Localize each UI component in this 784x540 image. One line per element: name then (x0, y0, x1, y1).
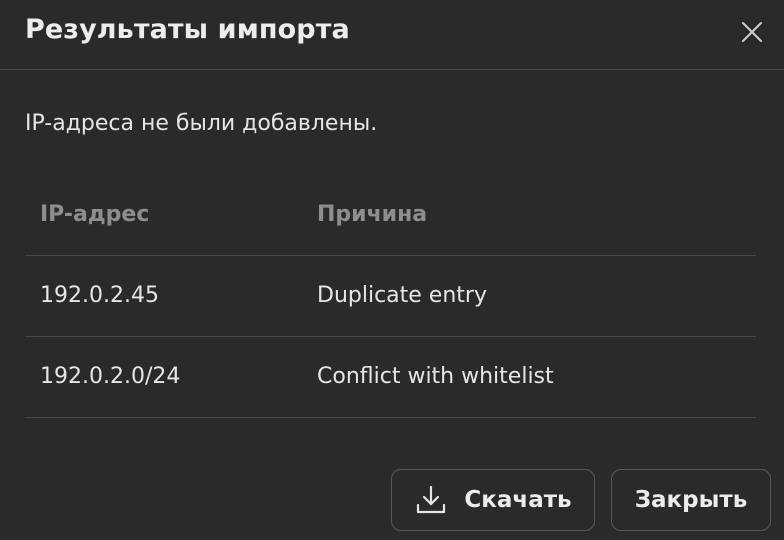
result-message: IP-адреса не были добавлены. (25, 111, 378, 136)
ip-cell: 192.0.2.45 (40, 283, 159, 308)
reason-cell: Duplicate entry (317, 283, 487, 308)
import-results-dialog: Результаты импорта IP-адреса не были доб… (0, 0, 784, 540)
column-header-ip: IP-адрес (40, 202, 150, 227)
close-button-label: Закрыть (634, 487, 748, 513)
download-button[interactable]: Скачать (391, 469, 595, 531)
table-row: 192.0.2.0/24 Conflict with whitelist (25, 337, 756, 418)
close-dialog-button[interactable]: Закрыть (611, 469, 771, 531)
ip-cell: 192.0.2.0/24 (40, 364, 181, 389)
dialog-title: Результаты импорта (25, 14, 350, 45)
close-button[interactable] (738, 18, 766, 46)
table-row: 192.0.2.45 Duplicate entry (25, 256, 756, 337)
dialog-header: Результаты импорта (0, 0, 784, 70)
column-header-reason: Причина (317, 202, 428, 227)
results-table: IP-адрес Причина 192.0.2.45 Duplicate en… (25, 176, 756, 418)
close-icon (742, 22, 762, 42)
reason-cell: Conflict with whitelist (317, 364, 554, 389)
table-header-row: IP-адрес Причина (25, 176, 756, 256)
download-icon (417, 485, 446, 514)
download-button-label: Скачать (464, 487, 572, 513)
